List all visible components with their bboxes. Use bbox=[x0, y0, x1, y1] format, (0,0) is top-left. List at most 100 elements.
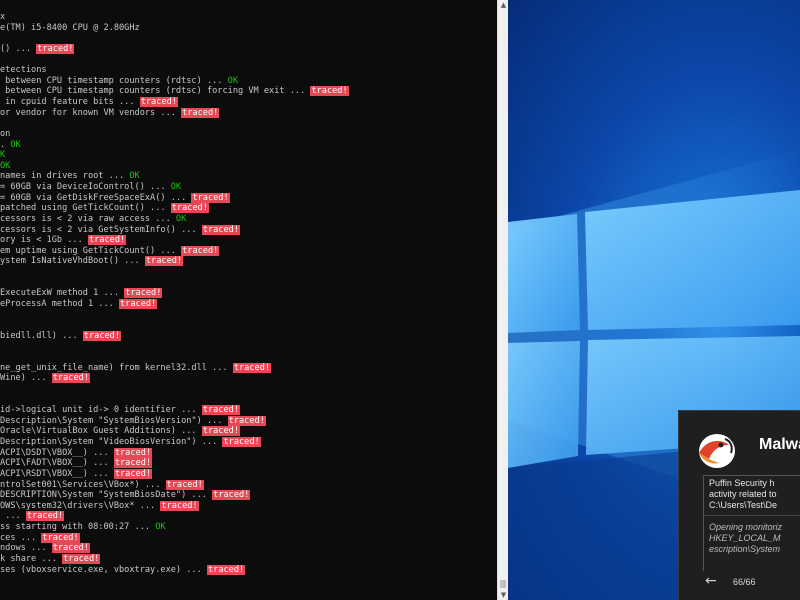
console-line: () ... traced! bbox=[0, 43, 497, 55]
console-text: ExecuteExW method 1 ... bbox=[0, 288, 125, 299]
toast-body-line: activity related to bbox=[709, 489, 777, 499]
traced-status-badge: traced! bbox=[165, 479, 204, 490]
arrow-left-icon[interactable]: ← bbox=[705, 573, 717, 589]
ok-status: OK bbox=[129, 171, 140, 182]
console-text: biedll.dll) ... bbox=[0, 330, 83, 341]
console-text: eProcessA method 1 ... bbox=[0, 298, 119, 309]
traced-status-badge: traced! bbox=[181, 107, 220, 118]
console-line: ACPI\FADT\VBOX__) ... traced! bbox=[0, 458, 497, 469]
console-line: Wine) ... traced! bbox=[0, 373, 497, 384]
traced-status-badge: traced! bbox=[36, 43, 75, 54]
toast-body-line: C:\Users\Test\De bbox=[709, 500, 778, 510]
traced-status-badge: traced! bbox=[170, 203, 209, 214]
console-line: between CPU timestamp counters (rdtsc) f… bbox=[0, 86, 497, 97]
console-text: ACPI\FADT\VBOX__) ... bbox=[0, 458, 114, 469]
console-line: ACPI\DSDT\VBOX__) ... traced! bbox=[0, 447, 497, 459]
console-text: ory is < 1Gb ... bbox=[0, 235, 88, 246]
traced-status-badge: traced! bbox=[139, 97, 178, 107]
console-line: ntrolSet001\Services\VBox*) ... traced! bbox=[0, 479, 497, 491]
console-line: id->logical unit id-> 0 identifier ... t… bbox=[0, 405, 497, 416]
console-text: cessors is < 2 via raw access ... bbox=[0, 213, 176, 224]
console-text: in cpuid feature bits ... bbox=[0, 97, 140, 107]
ok-status: K bbox=[0, 150, 6, 161]
console-line: biedll.dll) ... traced! bbox=[0, 330, 497, 342]
console-line: em uptime using GetTickCount() ... trace… bbox=[0, 245, 497, 257]
traced-status-badge: traced! bbox=[212, 490, 251, 501]
ok-status: OK bbox=[0, 160, 11, 171]
console-line: or vendor for known VM vendors ... trace… bbox=[0, 107, 497, 119]
ok-status: OK bbox=[170, 182, 182, 192]
console-line: K bbox=[0, 150, 497, 161]
traced-status-badge: traced! bbox=[201, 224, 240, 235]
traced-status-badge: traced! bbox=[181, 245, 220, 256]
console-text: etections bbox=[0, 65, 47, 76]
console-line: DESCRIPTION\System "SystemBiosDate") ...… bbox=[0, 490, 497, 501]
console-line: ss starting with 08:00:27 ... OK bbox=[0, 522, 497, 533]
toast-title: Malwa bbox=[759, 436, 800, 453]
console-text: e(TM) i5-8400 CPU @ 2.80GHz bbox=[0, 22, 140, 33]
console-line: ne_get_unix_file_name) from kernel32.dll… bbox=[0, 362, 497, 374]
traced-status-badge: traced! bbox=[124, 288, 163, 299]
console-window: x e(TM) i5-8400 CPU @ 2.80GHz () ... trace… bbox=[0, 0, 497, 600]
console-text: id->logical unit id-> 0 identifier ... bbox=[0, 405, 202, 416]
console-line: patched using GetTickCount() ... traced! bbox=[0, 203, 497, 214]
traced-status-badge: traced! bbox=[87, 235, 127, 246]
console-line: ory is < 1Gb ... traced! bbox=[0, 235, 497, 246]
console-scrollbar[interactable]: ▲ ▼ bbox=[497, 0, 508, 600]
console-text: ... bbox=[0, 511, 26, 522]
console-text: cessors is < 2 via GetSystemInfo() ... bbox=[0, 224, 202, 235]
traced-status-badge: traced! bbox=[82, 330, 122, 341]
console-line: eProcessA method 1 ... traced! bbox=[0, 298, 497, 310]
traced-status-badge: traced! bbox=[51, 543, 90, 554]
console-text: or vendor for known VM vendors ... bbox=[0, 107, 182, 118]
scroll-thumb[interactable] bbox=[500, 580, 506, 588]
console-text: ces ... bbox=[0, 532, 42, 543]
traced-status-badge: traced! bbox=[41, 532, 80, 543]
traced-status-badge: traced! bbox=[113, 458, 153, 469]
ok-status: OK bbox=[155, 522, 166, 532]
console-text: . bbox=[0, 139, 11, 150]
console-output: x e(TM) i5-8400 CPU @ 2.80GHz () ... trace… bbox=[0, 12, 497, 575]
security-notification-toast[interactable]: Malwa Puffin Security h activity related… bbox=[678, 410, 800, 600]
traced-status-badge: traced! bbox=[113, 468, 153, 479]
console-line: Description\System "VideoBiosVersion") .… bbox=[0, 437, 497, 448]
traced-status-badge: traced! bbox=[201, 426, 240, 437]
traced-status-badge: traced! bbox=[206, 564, 246, 575]
ok-status: OK bbox=[10, 139, 21, 150]
console-text: between CPU timestamp counters (rdtsc) f… bbox=[0, 86, 311, 97]
console-text: on bbox=[0, 128, 11, 139]
console-text: = 60GB via DeviceIoControl() ... bbox=[0, 182, 171, 192]
console-line: ACPI\RSDT\VBOX__) ... traced! bbox=[0, 468, 497, 480]
console-text: Description\System "VideoBiosVersion") .… bbox=[0, 437, 223, 447]
console-line: cessors is < 2 via GetSystemInfo() ... t… bbox=[0, 224, 497, 236]
scroll-down-arrow-icon[interactable]: ▼ bbox=[499, 590, 508, 600]
console-text: x bbox=[0, 12, 6, 22]
ok-status: OK bbox=[227, 75, 239, 86]
traced-status-badge: traced! bbox=[119, 298, 158, 309]
ok-status: OK bbox=[175, 213, 187, 224]
console-text: ne_get_unix_file_name) from kernel32.dll… bbox=[0, 362, 233, 373]
console-line: on bbox=[0, 129, 497, 140]
console-line: k share ... traced! bbox=[0, 553, 497, 565]
console-text: ACPI\DSDT\VBOX__) ... bbox=[0, 447, 114, 458]
traced-status-badge: traced! bbox=[201, 405, 240, 416]
console-line: ndows ... traced! bbox=[0, 543, 497, 554]
console-line: in cpuid feature bits ... traced! bbox=[0, 97, 497, 108]
traced-status-badge: traced! bbox=[25, 511, 65, 522]
toast-detail-line: HKEY_LOCAL_M bbox=[709, 533, 781, 543]
console-text: OWS\system32\drivers\VBox* ... bbox=[0, 500, 161, 511]
scroll-up-arrow-icon[interactable]: ▲ bbox=[499, 0, 508, 10]
console-text: names in drives root ... bbox=[0, 171, 130, 182]
console-line: etections bbox=[0, 65, 497, 76]
traced-status-badge: traced! bbox=[310, 86, 349, 97]
traced-status-badge: traced! bbox=[113, 447, 153, 458]
console-line: Oracle\VirtualBox Guest Additions) ... t… bbox=[0, 426, 497, 437]
